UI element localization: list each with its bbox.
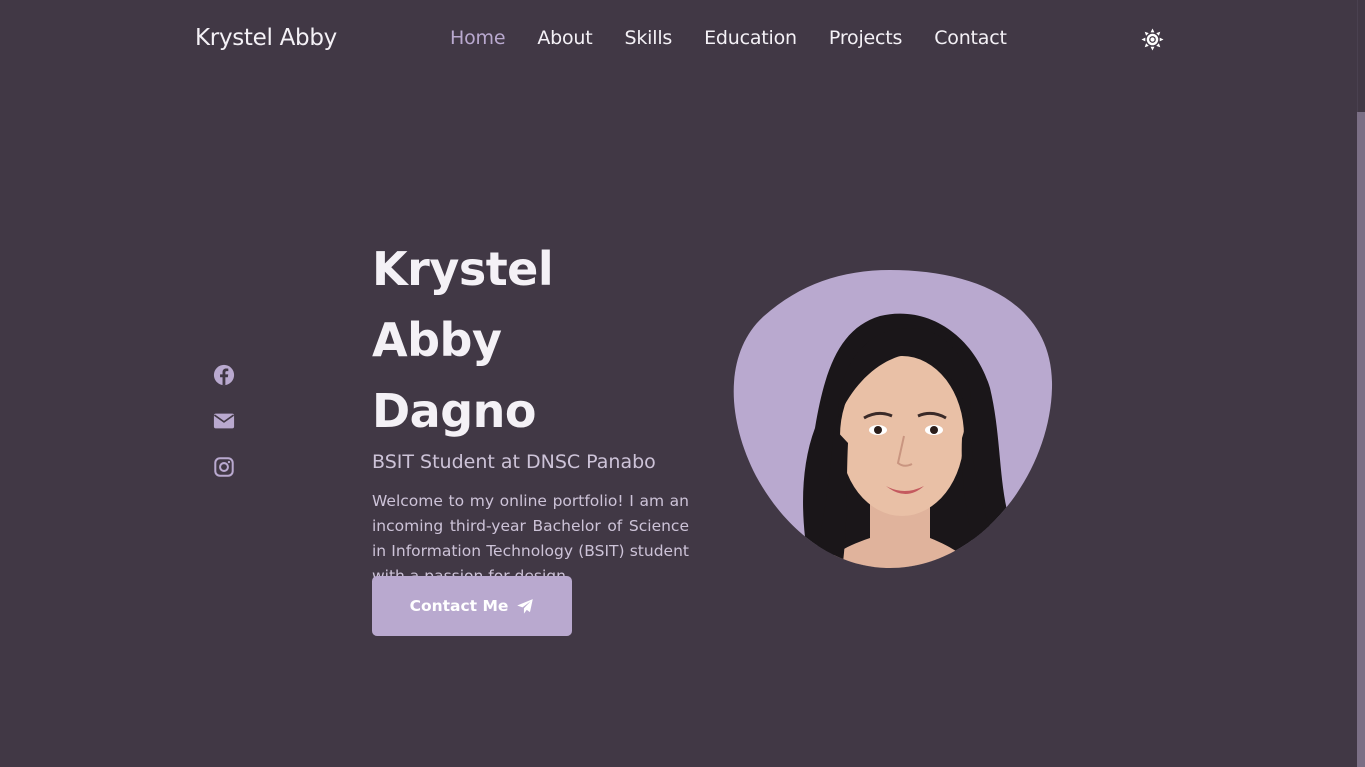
nav-home[interactable]: Home (450, 27, 506, 49)
facebook-link[interactable] (213, 364, 235, 386)
instagram-link[interactable] (213, 456, 235, 478)
email-link[interactable] (213, 410, 235, 432)
paper-plane-icon (517, 598, 534, 614)
nav-projects[interactable]: Projects (829, 27, 903, 49)
hero-subtitle: BSIT Student at DNSC Panabo (372, 451, 656, 473)
hero-text: Krystel Abby Dagno BSIT Student at DNSC … (372, 234, 689, 589)
scrollbar-thumb[interactable] (1357, 112, 1365, 767)
hero-title: Krystel Abby Dagno (372, 234, 689, 447)
social-links (213, 364, 235, 478)
nav-about[interactable]: About (537, 27, 592, 49)
profile-photo (730, 268, 1054, 570)
logo[interactable]: Krystel Abby (195, 25, 337, 51)
nav-education[interactable]: Education (704, 27, 797, 49)
hero-title-line2: Dagno (372, 384, 537, 438)
scrollbar[interactable] (1357, 0, 1365, 767)
hero-title-line1: Krystel Abby (372, 242, 554, 367)
envelope-icon (213, 413, 235, 429)
theme-toggle-button[interactable] (1141, 28, 1164, 51)
contact-me-button[interactable]: Contact Me (372, 576, 572, 636)
nav-skills[interactable]: Skills (625, 27, 673, 49)
contact-me-label: Contact Me (409, 597, 509, 615)
profile-photo-blob (733, 270, 1053, 568)
header: Krystel Abby Home About Skills Education… (0, 0, 1357, 80)
hero-description: Welcome to my online portfolio! I am an … (372, 492, 689, 585)
main-nav: Home About Skills Education Projects Con… (450, 27, 1039, 49)
nav-contact[interactable]: Contact (934, 27, 1007, 49)
sun-icon (1141, 28, 1164, 51)
instagram-icon (214, 457, 234, 477)
facebook-icon (213, 364, 235, 386)
